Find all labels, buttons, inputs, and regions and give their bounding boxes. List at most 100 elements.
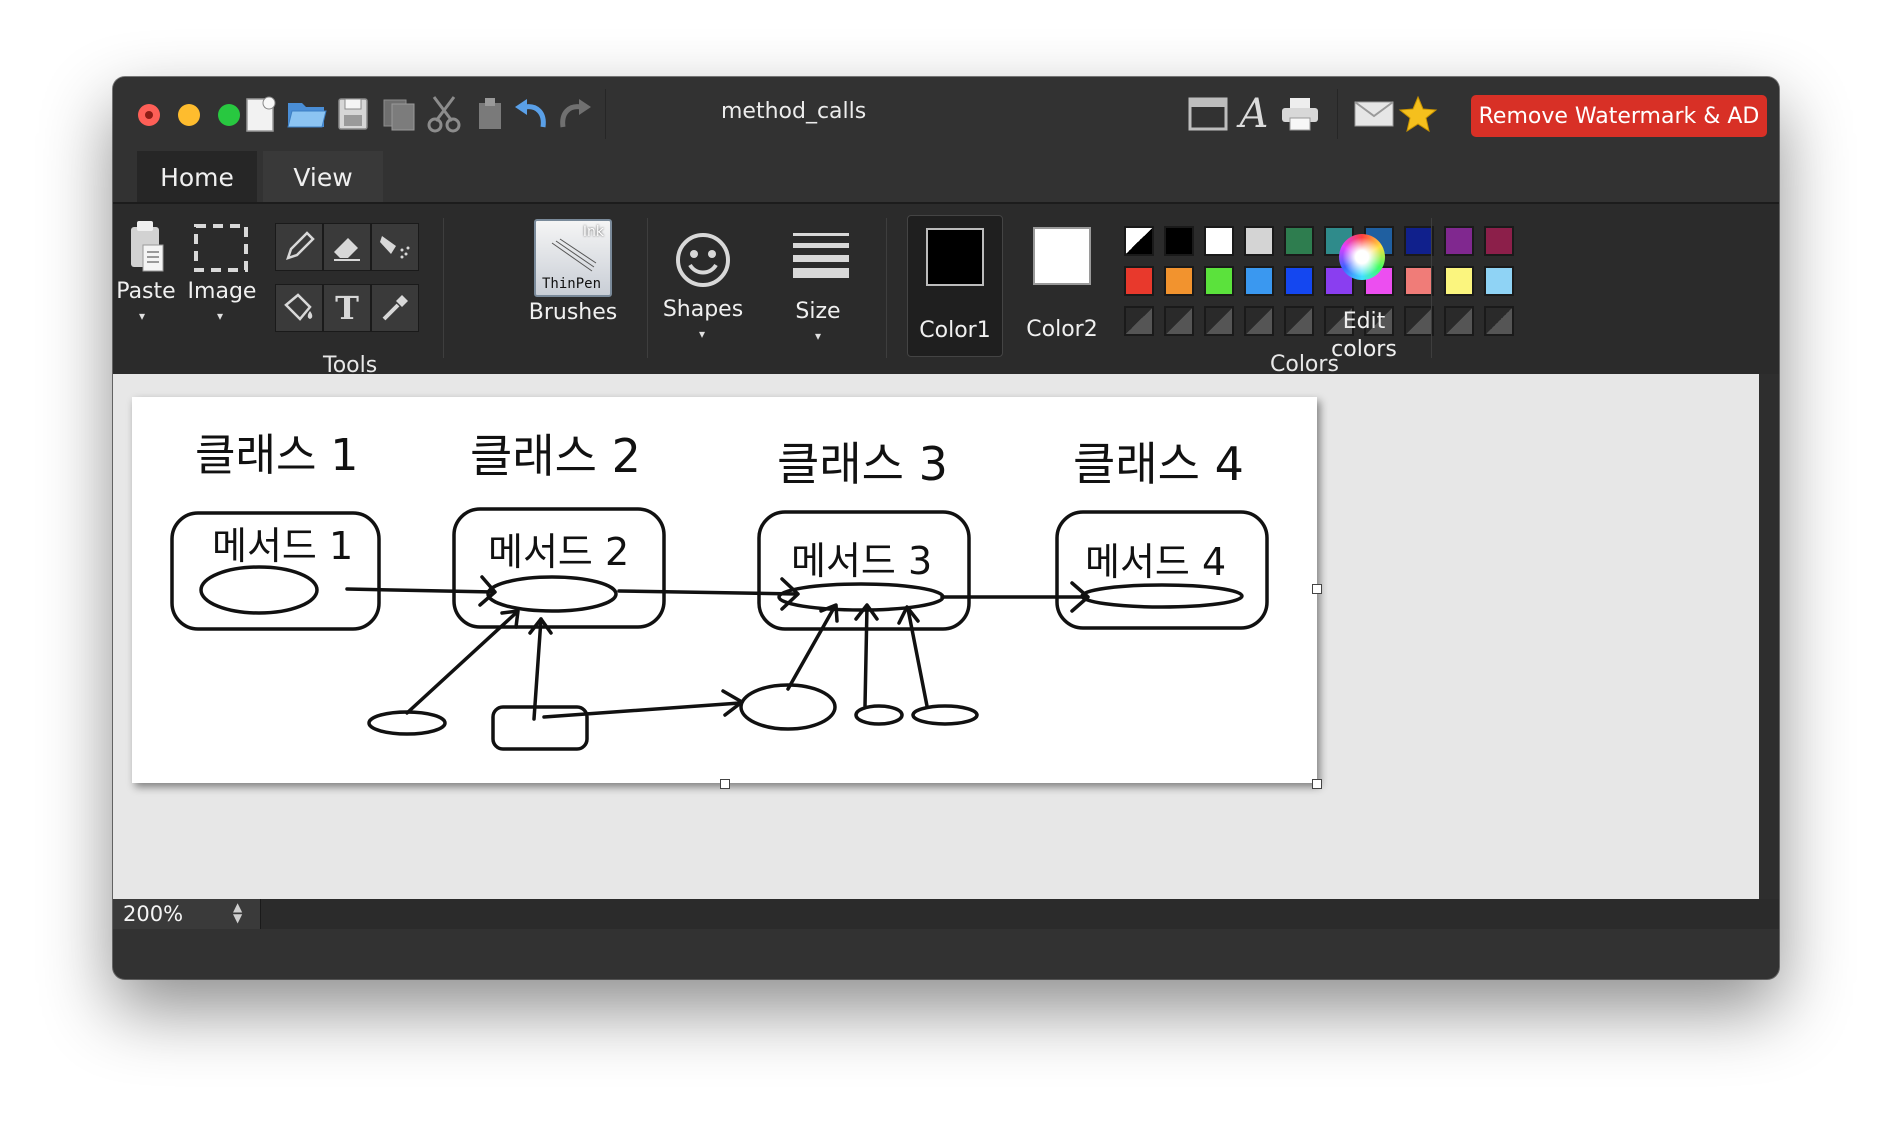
method2-label: 메서드 2	[488, 530, 629, 574]
airbrush-tool[interactable]	[371, 223, 419, 271]
palette-swatch[interactable]	[1484, 226, 1514, 256]
ribbon-home: Paste ▾ Image ▾ T Tools Ink ThinPen Brus…	[113, 204, 1779, 384]
resize-handle-right[interactable]	[1312, 584, 1322, 594]
class2-label: 클래스 2	[470, 429, 641, 483]
eraser-icon	[334, 238, 360, 261]
text-tool[interactable]: T	[323, 284, 371, 332]
method1-label: 메서드 1	[212, 524, 353, 568]
print-icon[interactable]	[1279, 91, 1321, 137]
image-dropdown-arrow: ▾	[217, 309, 224, 323]
maximize-window-button[interactable]	[218, 104, 240, 126]
custom-color-slot[interactable]	[1484, 306, 1514, 336]
status-bar	[113, 899, 1779, 929]
canvas-workspace: 클래스 1 클래스 2 클래스 3 클래스 4 메서드 1 메서드 2 메서드 …	[113, 374, 1759, 899]
custom-color-slot[interactable]	[1204, 306, 1234, 336]
color2-selector[interactable]: Color2	[1015, 215, 1109, 355]
star-icon[interactable]	[1397, 91, 1439, 137]
palette-swatch[interactable]	[1204, 226, 1234, 256]
new-file-icon[interactable]	[239, 91, 281, 137]
brush-name-label: ThinPen	[542, 276, 602, 292]
palette-swatch[interactable]	[1204, 266, 1234, 296]
text-t-icon: T	[335, 289, 359, 327]
image-label: Image	[187, 279, 257, 304]
minimize-window-button[interactable]	[178, 104, 200, 126]
paint-bucket-icon	[284, 293, 313, 321]
edit-colors-button[interactable]: Edit colors	[1319, 224, 1409, 362]
palette-swatch[interactable]	[1164, 226, 1194, 256]
palette-swatch[interactable]	[1444, 266, 1474, 296]
zoom-level-value: 200%	[123, 902, 184, 926]
copy-icon[interactable]	[378, 91, 420, 137]
palette-swatch[interactable]	[1284, 226, 1314, 256]
image-select-button[interactable]: Image ▾	[187, 219, 257, 329]
redo-icon[interactable]	[555, 91, 597, 137]
method-call-diagram: 클래스 1 클래스 2 클래스 3 클래스 4 메서드 1 메서드 2 메서드 …	[170, 429, 1269, 751]
color1-selector[interactable]: Color1	[907, 215, 1003, 357]
paste-dropdown-arrow: ▾	[139, 309, 146, 323]
custom-color-slot[interactable]	[1164, 306, 1194, 336]
edit-colors-label-line2: colors	[1331, 337, 1397, 362]
custom-color-slot[interactable]	[1444, 306, 1474, 336]
color-wheel-icon	[1339, 234, 1385, 280]
clipboard-icon	[131, 221, 164, 272]
resize-handle-bottom[interactable]	[720, 779, 730, 789]
shapes-label: Shapes	[662, 297, 744, 322]
class4-label: 클래스 4	[1073, 437, 1244, 491]
vertical-scrollbar[interactable]	[1759, 374, 1779, 899]
swap-colors-swatch[interactable]	[1124, 226, 1154, 256]
resize-handle-corner[interactable]	[1312, 779, 1322, 789]
brushes-button[interactable]: Ink ThinPen Brushes	[518, 216, 628, 331]
pencil-tool[interactable]	[275, 223, 323, 271]
document-title: method_calls	[721, 99, 867, 124]
custom-color-slot[interactable]	[1244, 306, 1274, 336]
palette-swatch[interactable]	[1164, 266, 1194, 296]
paste-button[interactable]: Paste ▾	[116, 219, 176, 329]
palette-swatch[interactable]	[1244, 266, 1274, 296]
class3-label: 클래스 3	[777, 437, 948, 491]
class1-label: 클래스 1	[195, 430, 358, 481]
cut-icon[interactable]	[423, 91, 465, 137]
paste-label: Paste	[116, 279, 176, 304]
eyedropper-icon	[382, 295, 408, 321]
selection-rect-icon	[194, 224, 248, 272]
open-folder-icon[interactable]	[286, 91, 328, 137]
title-bar: method_calls A Remove Watermark & AD	[113, 77, 1779, 151]
palette-swatch[interactable]	[1244, 226, 1274, 256]
text-font-icon[interactable]: A	[1233, 91, 1275, 137]
remove-watermark-button[interactable]: Remove Watermark & AD	[1471, 95, 1767, 137]
color1-swatch	[926, 228, 984, 286]
pencil-icon	[286, 231, 315, 260]
tab-view[interactable]: View	[263, 151, 383, 203]
palette-swatch[interactable]	[1284, 266, 1314, 296]
method4-label: 메서드 4	[1085, 540, 1226, 584]
brush-preview-thumbnail: Ink ThinPen	[534, 219, 612, 297]
size-button[interactable]: Size	[773, 219, 863, 334]
eraser-tool[interactable]	[323, 223, 371, 271]
edit-colors-label-line1: Edit	[1342, 309, 1386, 334]
spray-icon	[380, 236, 410, 259]
size-label: Size	[795, 299, 841, 324]
custom-color-slot[interactable]	[1284, 306, 1314, 336]
smiley-icon	[676, 233, 730, 287]
color-picker-tool[interactable]	[371, 284, 419, 332]
close-window-button[interactable]	[138, 104, 160, 126]
brushes-label: Brushes	[528, 300, 618, 325]
fill-tool[interactable]	[275, 284, 323, 332]
drawing-canvas[interactable]: 클래스 1 클래스 2 클래스 3 클래스 4 메서드 1 메서드 2 메서드 …	[132, 397, 1317, 783]
size-dropdown-arrow: ▾	[815, 329, 822, 343]
color2-label: Color2	[1026, 317, 1098, 342]
zoom-stepper-icon[interactable]: ▲ ▼	[233, 901, 242, 924]
palette-swatch[interactable]	[1444, 226, 1474, 256]
tab-home[interactable]: Home	[137, 151, 257, 203]
custom-color-slot[interactable]	[1124, 306, 1154, 336]
line-width-icon	[793, 233, 849, 278]
palette-swatch[interactable]	[1124, 266, 1154, 296]
undo-icon[interactable]	[509, 91, 551, 137]
mail-icon[interactable]	[1353, 91, 1395, 137]
window-layout-icon[interactable]	[1187, 91, 1229, 137]
shapes-button[interactable]: Shapes	[658, 219, 748, 334]
palette-swatch[interactable]	[1484, 266, 1514, 296]
method3-label: 메서드 3	[791, 539, 932, 583]
save-icon[interactable]	[332, 91, 374, 137]
paste-small-icon[interactable]	[469, 91, 511, 137]
